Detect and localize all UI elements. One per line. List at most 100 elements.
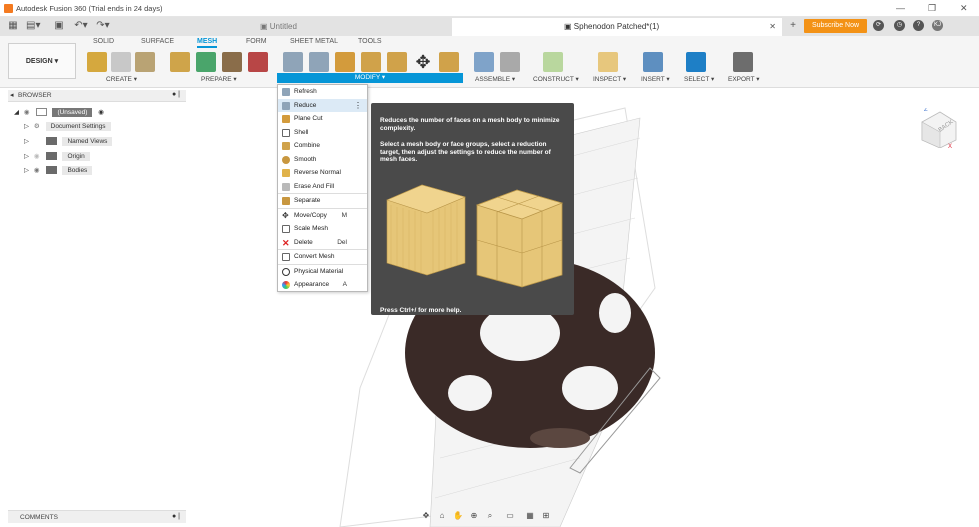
expand-icon[interactable]: ▷ — [24, 122, 32, 130]
minimize-button[interactable]: — — [896, 3, 905, 13]
select-icon[interactable] — [686, 52, 706, 72]
tree-named-views[interactable]: ▷ Named Views — [24, 137, 113, 149]
orbit-icon[interactable]: ✥ — [420, 510, 432, 522]
repair-icon[interactable] — [170, 52, 190, 72]
subscribe-button[interactable]: Subscribe Now — [804, 19, 867, 33]
menu-item-move-copy[interactable]: ✥ Move/Copy M — [278, 209, 367, 223]
menu-item-physical-material[interactable]: Physical Material — [278, 265, 367, 279]
menu-label: Reduce — [294, 101, 317, 109]
tree-root[interactable]: ◢ ◉ (Unsaved) ◉ — [14, 108, 104, 120]
user-avatar[interactable]: KJ — [932, 20, 943, 31]
comments-panel[interactable]: COMMENTS ● | — [8, 510, 186, 523]
maximize-button[interactable]: ❐ — [928, 3, 936, 14]
tab-sheet-metal[interactable]: SHEET METAL — [290, 38, 338, 45]
axis-z-icon: Z — [924, 108, 928, 113]
activate-radio-icon[interactable]: ◉ — [98, 109, 104, 116]
collapse-icon[interactable]: ◂ — [10, 91, 14, 99]
combine-icon[interactable] — [387, 52, 407, 72]
expand-icon[interactable]: ▷ — [24, 137, 32, 145]
insert-mesh-icon[interactable] — [87, 52, 107, 72]
tab-form[interactable]: FORM — [246, 38, 267, 45]
display-settings-icon[interactable]: ▭ — [504, 510, 516, 522]
menu-item-plane-cut[interactable]: Plane Cut — [278, 112, 367, 126]
visibility-icon[interactable]: ◉ — [34, 152, 44, 160]
file-menu-icon[interactable]: ▤▾ — [26, 19, 40, 33]
new-component-icon[interactable] — [474, 52, 494, 72]
tab-untitled[interactable]: ▣ Untitled — [190, 18, 450, 36]
tree-origin[interactable]: ▷ ◉ Origin — [24, 152, 90, 164]
expand-icon[interactable]: ▷ — [24, 166, 32, 174]
group-select[interactable]: SELECT ▾ — [684, 75, 714, 83]
tab-sphenodon[interactable]: ▣ Sphenodon Patched*(1) ✕ — [452, 18, 782, 36]
tessellate-icon[interactable] — [111, 52, 131, 72]
offset-plane-icon[interactable] — [543, 52, 563, 72]
refresh-mesh-icon[interactable] — [283, 52, 303, 72]
group-prepare[interactable]: PREPARE ▾ — [201, 75, 237, 83]
look-at-icon[interactable]: ⌂ — [436, 510, 448, 522]
measure-icon[interactable] — [598, 52, 618, 72]
menu-item-refresh[interactable]: Refresh — [278, 85, 367, 99]
expand-icon[interactable]: ▷ — [24, 152, 32, 160]
visibility-icon[interactable]: ◉ — [34, 166, 44, 174]
group-construct[interactable]: CONSTRUCT ▾ — [533, 75, 579, 83]
reduce-mesh-icon[interactable] — [309, 52, 329, 72]
close-tab-icon[interactable]: ✕ — [769, 18, 776, 36]
visibility-icon[interactable]: ◉ — [24, 108, 34, 116]
pan-icon[interactable]: ✋ — [452, 510, 464, 522]
tab-solid[interactable]: SOLID — [93, 38, 114, 45]
close-window-button[interactable]: ✕ — [960, 3, 968, 14]
menu-item-convert-mesh[interactable]: Convert Mesh — [278, 250, 367, 264]
tree-bodies[interactable]: ▷ ◉ Bodies — [24, 166, 93, 178]
tree-document-settings[interactable]: ▷ ⚙ Document Settings — [24, 122, 111, 134]
generate-face-groups-icon[interactable] — [196, 52, 216, 72]
move-icon[interactable]: ✥ — [413, 52, 433, 72]
group-create[interactable]: CREATE ▾ — [106, 75, 137, 83]
pin-icon[interactable]: ● | — [172, 513, 180, 520]
job-status-icon[interactable]: ⟳ — [873, 20, 884, 31]
workspace-switcher[interactable]: DESIGN ▾ — [8, 43, 76, 79]
viewcube[interactable]: BACK Z X — [918, 108, 958, 148]
insert-image-icon[interactable] — [643, 52, 663, 72]
combine-face-groups-icon[interactable] — [222, 52, 242, 72]
menu-item-reverse-normal[interactable]: Reverse Normal — [278, 166, 367, 180]
expand-icon[interactable]: ◢ — [14, 108, 22, 116]
group-modify[interactable]: MODIFY ▾ — [277, 73, 463, 83]
export-icon[interactable] — [733, 52, 753, 72]
browser-panel-header[interactable]: ◂ BROWSER ● | — [8, 90, 186, 102]
viewports-icon[interactable]: ⊞ — [540, 510, 552, 522]
group-export[interactable]: EXPORT ▾ — [728, 75, 760, 83]
group-assemble[interactable]: ASSEMBLE ▾ — [475, 75, 515, 83]
group-inspect[interactable]: INSPECT ▾ — [593, 75, 626, 83]
menu-item-appearance[interactable]: Appearance A — [278, 278, 367, 292]
more-options-icon[interactable]: ⋮ — [354, 99, 362, 113]
scale-icon[interactable] — [439, 52, 459, 72]
menu-item-smooth[interactable]: Smooth — [278, 153, 367, 167]
redo-icon[interactable]: ↷▾ — [96, 19, 110, 33]
tab-surface[interactable]: SURFACE — [141, 38, 174, 45]
menu-item-shell[interactable]: Shell — [278, 126, 367, 140]
pin-icon[interactable]: ● | — [172, 91, 180, 98]
notifications-icon[interactable]: ◷ — [894, 20, 905, 31]
remesh-icon[interactable] — [248, 52, 268, 72]
tab-mesh[interactable]: MESH — [197, 38, 218, 48]
plane-cut-icon[interactable] — [335, 52, 355, 72]
new-tab-icon[interactable]: + — [786, 19, 800, 33]
shell-icon[interactable] — [361, 52, 381, 72]
tab-tools[interactable]: TOOLS — [358, 38, 382, 45]
help-icon[interactable]: ? — [913, 20, 924, 31]
group-insert[interactable]: INSERT ▾ — [641, 75, 670, 83]
save-icon[interactable]: ▣ — [52, 19, 66, 33]
menu-item-erase-and-fill[interactable]: Erase And Fill — [278, 180, 367, 194]
zoom-icon[interactable]: ⊕ — [468, 510, 480, 522]
app-grid-icon[interactable]: ▦ — [6, 19, 20, 33]
grid-settings-icon[interactable]: ▦ — [524, 510, 536, 522]
menu-item-delete[interactable]: ✕ Delete Del — [278, 236, 367, 250]
joint-icon[interactable] — [500, 52, 520, 72]
create-face-group-icon[interactable] — [135, 52, 155, 72]
menu-item-scale-mesh[interactable]: Scale Mesh — [278, 222, 367, 236]
menu-item-separate[interactable]: Separate — [278, 194, 367, 208]
menu-item-combine[interactable]: Combine — [278, 139, 367, 153]
zoom-window-icon[interactable]: ⌕ — [484, 510, 496, 522]
menu-item-reduce[interactable]: Reduce ⋮ — [278, 98, 367, 113]
undo-icon[interactable]: ↶▾ — [74, 19, 88, 33]
